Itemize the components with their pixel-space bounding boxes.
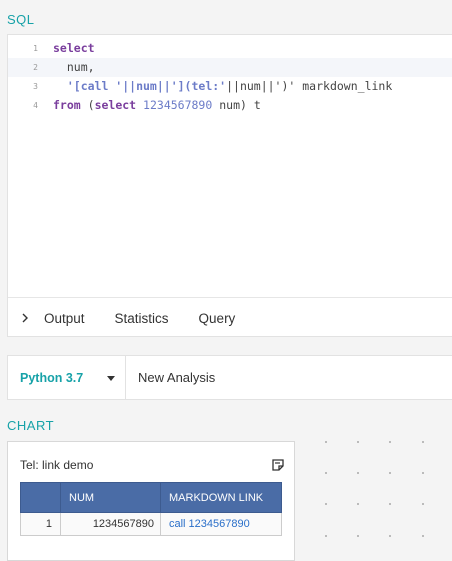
markdown-link-cell[interactable]: call 1234567890: [160, 512, 282, 536]
column-header-index: [20, 482, 61, 513]
code-text: num,: [53, 60, 95, 74]
code-token: num) t: [212, 98, 261, 112]
code-text: select: [53, 41, 95, 55]
kernel-select[interactable]: Python 3.7: [8, 356, 126, 399]
chevron-right-icon[interactable]: [18, 311, 32, 325]
keyword-token: select: [94, 98, 137, 112]
column-header-num[interactable]: NUM: [60, 482, 161, 513]
sql-section-label: SQL: [7, 12, 35, 27]
code-line-3: 3 '[call '||num||'](tel:'||num||')' mark…: [8, 77, 452, 96]
table-header-row: NUM MARKDOWN LINK: [20, 482, 282, 513]
number-token: 1234567890: [143, 98, 213, 112]
tab-statistics[interactable]: Statistics: [115, 311, 169, 326]
analysis-name[interactable]: New Analysis: [138, 370, 215, 385]
keyword-token: from: [53, 98, 81, 112]
code-line-2: 2 num,: [8, 58, 452, 77]
code-text: from (select 1234567890 num) t: [53, 98, 261, 112]
chart-title: Tel: link demo: [20, 458, 94, 472]
code-text: '[call '||num||'](tel:'||num||')' markdo…: [53, 79, 392, 93]
notebook-page: SQL 1 select 2 num, 3 '[call '||num||'](…: [0, 0, 452, 561]
line-number: 3: [33, 82, 38, 91]
sql-cell: 1 select 2 num, 3 '[call '||num||'](tel:…: [7, 34, 452, 337]
string-token: '[call '||num||'](tel:': [53, 79, 227, 93]
code-token: ||num||')' markdown_link: [226, 79, 393, 93]
code-line-1: 1 select: [8, 39, 452, 58]
layout-grid: [295, 435, 452, 561]
tab-query[interactable]: Query: [199, 311, 236, 326]
results-tab-bar: Output Statistics Query: [8, 297, 452, 338]
kernel-select-value: Python 3.7: [20, 370, 84, 385]
chart-section-label: CHART: [7, 418, 55, 433]
tab-output[interactable]: Output: [44, 311, 85, 326]
row-index-cell: 1: [20, 512, 61, 536]
code-line-4: 4 from (select 1234567890 num) t: [8, 96, 452, 115]
chart-menu-icon[interactable]: [272, 459, 284, 471]
code-token: (: [80, 98, 95, 112]
kernel-bar: Python 3.7 New Analysis: [7, 355, 452, 400]
chart-card: Tel: link demo NUM MARKDOWN LINK 1 12345…: [7, 441, 295, 561]
sql-editor[interactable]: 1 select 2 num, 3 '[call '||num||'](tel:…: [8, 35, 452, 297]
line-number: 1: [33, 44, 38, 53]
line-number: 4: [33, 101, 38, 110]
keyword-token: select: [53, 41, 95, 55]
results-table: NUM MARKDOWN LINK 1 1234567890 call 1234…: [20, 482, 282, 536]
table-row: 1 1234567890 call 1234567890: [20, 512, 282, 536]
line-number: 2: [33, 63, 38, 72]
caret-down-icon: [107, 376, 115, 381]
num-cell: 1234567890: [60, 512, 161, 536]
column-header-markdown-link[interactable]: MARKDOWN LINK: [160, 482, 282, 513]
